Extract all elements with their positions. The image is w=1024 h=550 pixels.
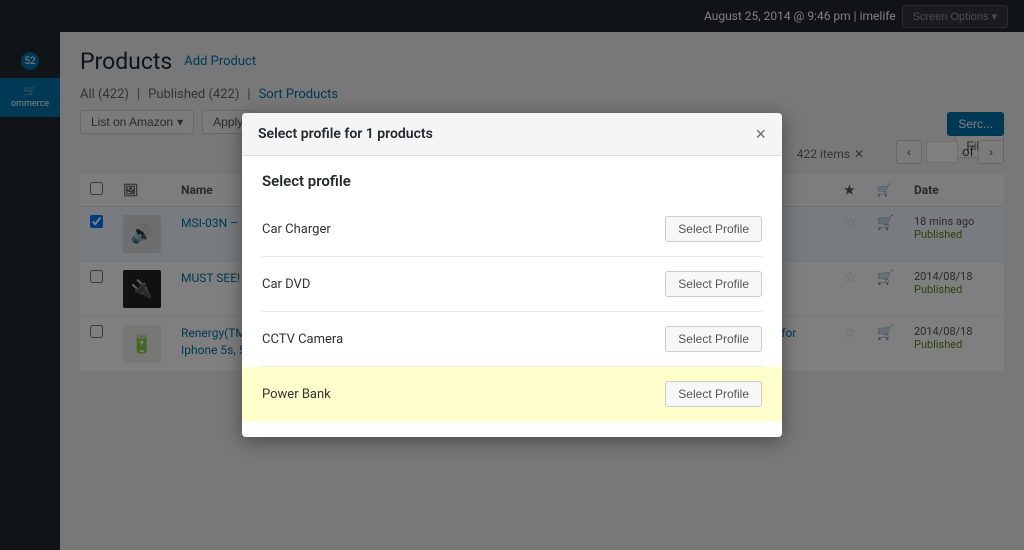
select-profile-button[interactable]: Select Profile bbox=[665, 271, 762, 297]
profile-name: Car Charger bbox=[262, 222, 331, 237]
modal-title: Select profile for 1 products bbox=[258, 126, 433, 142]
modal-body: Select profile Car Charger Select Profile… bbox=[242, 156, 782, 437]
modal-close-button[interactable]: × bbox=[755, 125, 766, 143]
profile-item: Car DVD Select Profile bbox=[262, 257, 762, 312]
select-profile-button[interactable]: Select Profile bbox=[665, 381, 762, 407]
modal-section-title: Select profile bbox=[262, 172, 762, 190]
profile-list: Car Charger Select Profile Car DVD Select P… bbox=[262, 202, 762, 421]
profile-name: Car DVD bbox=[262, 277, 310, 292]
modal-overlay[interactable]: Select profile for 1 products × Select p… bbox=[0, 0, 1024, 550]
profile-item: Power Bank Select Profile bbox=[242, 367, 782, 421]
profile-item: CCTV Camera Select Profile bbox=[262, 312, 762, 367]
select-profile-button[interactable]: Select Profile bbox=[665, 326, 762, 352]
profile-item: Car Charger Select Profile bbox=[262, 202, 762, 257]
select-profile-button[interactable]: Select Profile bbox=[665, 216, 762, 242]
select-profile-modal: Select profile for 1 products × Select p… bbox=[242, 113, 782, 437]
profile-name: Power Bank bbox=[262, 387, 331, 402]
modal-header: Select profile for 1 products × bbox=[242, 113, 782, 156]
profile-name: CCTV Camera bbox=[262, 332, 343, 347]
